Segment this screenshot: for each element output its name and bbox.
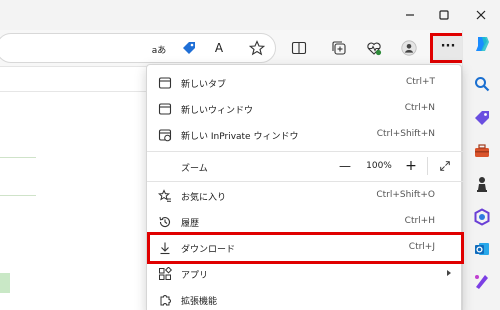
new-window-icon (157, 101, 173, 117)
zoom-label: ズーム (181, 164, 208, 174)
shopping-button[interactable] (176, 35, 202, 61)
close-icon (476, 10, 486, 20)
close-button[interactable] (462, 0, 500, 30)
menu-item-label: 履歴 (181, 219, 200, 229)
tag-icon (183, 42, 195, 54)
page-line (0, 195, 36, 196)
page-line (0, 157, 36, 158)
menu-item-new-tab[interactable]: 新しいタブ Ctrl+T (147, 70, 463, 96)
browser-essentials-button[interactable] (361, 35, 387, 61)
menu-item-label: アプリ (181, 271, 209, 281)
designer-icon (475, 275, 488, 289)
chess-piece-icon (477, 177, 487, 192)
games-button[interactable] (472, 174, 492, 194)
split-screen-button[interactable] (286, 35, 312, 61)
menu-item-new-inprivate[interactable]: 新しい InPrivate ウィンドウ Ctrl+Shift+N (147, 122, 463, 148)
maximize-icon (439, 10, 449, 20)
menu-item-zoom: ズーム — 100% + (147, 151, 463, 181)
heart-pulse-icon (367, 42, 382, 56)
menu-separator (147, 181, 463, 182)
history-icon (157, 214, 173, 230)
title-bar (0, 0, 500, 30)
fullscreen-button[interactable] (433, 151, 457, 181)
split-screen-icon (291, 41, 307, 55)
menu-item-label: 新しいウィンドウ (181, 106, 254, 116)
copilot-icon (476, 37, 489, 51)
read-aloud-icon: A (214, 41, 224, 55)
menu-item-label: 新しいタブ (181, 80, 227, 90)
minimize-button[interactable] (391, 0, 429, 30)
microsoft-365-button[interactable] (472, 207, 492, 227)
inprivate-icon (157, 127, 173, 143)
shopping-tag-icon (475, 111, 489, 125)
page-divider (0, 91, 146, 92)
translate-icon: aあ (151, 45, 167, 56)
menu-item-new-window[interactable]: 新しいウィンドウ Ctrl+N (147, 96, 463, 122)
menu-item-shortcut: Ctrl+H (404, 216, 435, 226)
copilot-button[interactable] (472, 34, 492, 54)
search-icon (475, 77, 490, 92)
new-tab-icon (157, 75, 173, 91)
page-block (0, 273, 10, 293)
downloads-highlight (147, 232, 464, 264)
menu-item-extensions[interactable]: 拡張機能 (147, 287, 463, 310)
address-bar[interactable] (0, 33, 276, 63)
menu-item-apps[interactable]: アプリ (147, 261, 463, 287)
zoom-in-button[interactable]: + (399, 151, 423, 181)
read-aloud-button[interactable]: A (206, 35, 232, 61)
settings-menu: 新しいタブ Ctrl+T 新しいウィンドウ Ctrl+N 新しい InPriva… (146, 64, 463, 310)
outlook-icon (475, 243, 489, 255)
menu-item-shortcut: Ctrl+T (405, 77, 435, 87)
settings-and-more-button[interactable]: ··· (430, 33, 466, 63)
shopping-sidebar-button[interactable] (472, 108, 492, 128)
more-icon: ··· (440, 38, 456, 54)
toolbox-icon (475, 144, 489, 157)
menu-item-shortcut: Ctrl+Shift+N (376, 129, 435, 139)
favorites-icon (157, 188, 173, 204)
star-icon (249, 40, 265, 56)
avatar-icon (401, 40, 417, 56)
menu-item-label: 新しい InPrivate ウィンドウ (181, 132, 299, 142)
zoom-level: 100% (366, 161, 392, 171)
office-icon (474, 208, 490, 226)
collections-icon (332, 41, 346, 55)
profile-button[interactable] (396, 35, 422, 61)
apps-icon (157, 266, 173, 282)
zoom-out-button[interactable]: — (333, 151, 357, 181)
designer-button[interactable] (472, 271, 492, 291)
menu-item-label: 拡張機能 (181, 297, 218, 307)
search-button[interactable] (472, 74, 492, 94)
menu-item-shortcut: Ctrl+N (404, 103, 435, 113)
outlook-button[interactable] (472, 239, 492, 259)
translate-button[interactable]: aあ (146, 36, 172, 62)
menu-item-favorites[interactable]: お気に入り Ctrl+Shift+O (147, 183, 463, 209)
submenu-arrow-icon (447, 270, 451, 276)
zoom-divider (427, 157, 428, 175)
minimize-icon (406, 14, 414, 16)
menu-item-shortcut: Ctrl+Shift+O (376, 190, 435, 200)
plus-icon: + (405, 158, 417, 174)
toolbar: aあ A ··· (0, 30, 500, 66)
minus-icon: — (339, 159, 351, 173)
menu-item-label: お気に入り (181, 193, 227, 203)
expand-icon (440, 161, 450, 171)
favorite-button[interactable] (244, 35, 270, 61)
extensions-icon (157, 292, 173, 308)
maximize-button[interactable] (425, 0, 463, 30)
collections-button[interactable] (326, 35, 352, 61)
tools-button[interactable] (472, 141, 492, 161)
sidebar (462, 30, 500, 310)
